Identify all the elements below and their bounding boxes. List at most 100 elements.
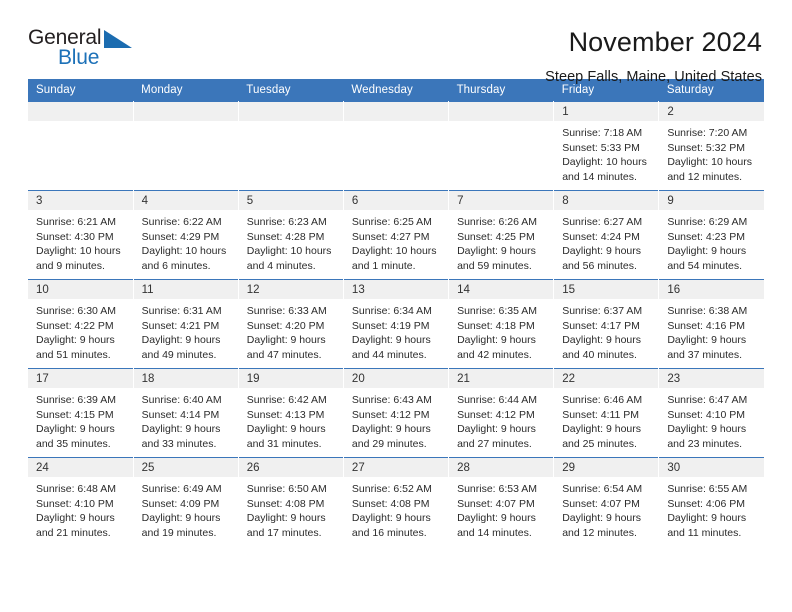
cell-inner [343, 102, 448, 191]
day-details: Sunrise: 6:30 AM Sunset: 4:22 PM Daylight:… [28, 299, 132, 362]
day-details: Sunrise: 6:40 AM Sunset: 4:14 PM Daylight:… [134, 388, 238, 451]
sunset-text: Sunset: 4:11 PM [562, 408, 640, 421]
calendar-day-cell[interactable]: 13 Sunrise: 6:34 AM Sunset: 4:19 PM Dayligh… [343, 279, 450, 369]
sunrise-text: Sunrise: 6:39 AM [36, 394, 116, 406]
sunrise-text: Sunrise: 6:29 AM [667, 216, 748, 228]
calendar-week-row: 10 Sunrise: 6:30 AM Sunset: 4:22 PM Dayligh… [28, 279, 764, 369]
calendar-day-cell[interactable]: 8 Sunrise: 6:27 AM Sunset: 4:24 PM Daylight… [553, 190, 660, 280]
triangle-icon [104, 30, 132, 48]
day-details: Sunrise: 6:50 AM Sunset: 4:08 PM Daylight:… [239, 477, 343, 540]
daylight-text: Daylight: 9 hours [457, 334, 536, 347]
day-details: Sunrise: 6:38 AM Sunset: 4:16 PM Daylight:… [659, 299, 764, 362]
day-number: 23 [659, 369, 764, 388]
cell-inner [28, 102, 133, 191]
calendar-day-cell[interactable]: 20 Sunrise: 6:43 AM Sunset: 4:12 PM Dayligh… [343, 368, 450, 458]
daylight-text: Daylight: 9 hours [457, 423, 536, 436]
daylight-text: and 9 minutes. [36, 259, 105, 272]
sunrise-text: Sunrise: 6:33 AM [246, 305, 327, 317]
sunset-text: Sunset: 4:24 PM [562, 230, 640, 243]
sunrise-text: Sunrise: 6:47 AM [667, 394, 748, 406]
calendar-day-cell[interactable]: 4 Sunrise: 6:22 AM Sunset: 4:29 PM Daylight… [133, 190, 239, 280]
daylight-text: and 59 minutes. [457, 259, 532, 272]
cell-inner: 23 Sunrise: 6:47 AM Sunset: 4:10 PM Dayligh… [659, 369, 764, 458]
calendar-day-cell[interactable]: 19 Sunrise: 6:42 AM Sunset: 4:13 PM Dayligh… [238, 368, 344, 458]
cell-inner: 17 Sunrise: 6:39 AM Sunset: 4:15 PM Dayligh… [28, 369, 133, 458]
daylight-text: and 27 minutes. [457, 437, 532, 450]
calendar-page: General Blue November 2024 Steep Falls, … [0, 0, 792, 612]
day-number [133, 102, 238, 121]
day-number: 13 [343, 280, 448, 299]
calendar-day-cell[interactable]: 2 Sunrise: 7:20 AM Sunset: 5:32 PM Daylight… [658, 101, 764, 191]
calendar-day-cell[interactable]: 30 Sunrise: 6:55 AM Sunset: 4:06 PM Dayligh… [658, 457, 764, 547]
cell-inner: 11 Sunrise: 6:31 AM Sunset: 4:21 PM Dayligh… [133, 280, 238, 369]
calendar-day-cell[interactable]: 9 Sunrise: 6:29 AM Sunset: 4:23 PM Daylight… [658, 190, 764, 280]
day-details: Sunrise: 6:48 AM Sunset: 4:10 PM Daylight:… [28, 477, 132, 540]
sunrise-text: Sunrise: 6:38 AM [667, 305, 748, 317]
day-number: 9 [659, 191, 764, 210]
daylight-text: Daylight: 9 hours [667, 512, 747, 525]
cell-inner: 9 Sunrise: 6:29 AM Sunset: 4:23 PM Daylight… [659, 191, 764, 280]
calendar-day-cell[interactable]: 17 Sunrise: 6:39 AM Sunset: 4:15 PM Dayligh… [28, 368, 134, 458]
calendar-day-cell[interactable]: 16 Sunrise: 6:38 AM Sunset: 4:16 PM Dayligh… [658, 279, 764, 369]
calendar-day-cell[interactable]: 6 Sunrise: 6:25 AM Sunset: 4:27 PM Daylight… [343, 190, 450, 280]
daylight-text: Daylight: 9 hours [141, 334, 221, 347]
calendar-day-cell[interactable]: 7 Sunrise: 6:26 AM Sunset: 4:25 PM Daylight… [448, 190, 555, 280]
cell-inner: 28 Sunrise: 6:53 AM Sunset: 4:07 PM Dayligh… [449, 458, 553, 547]
calendar-day-cell[interactable]: 10 Sunrise: 6:30 AM Sunset: 4:22 PM Dayligh… [28, 279, 134, 369]
calendar-day-cell[interactable]: 1 Sunrise: 7:18 AM Sunset: 5:33 PM Daylight… [553, 101, 660, 191]
sunset-text: Sunset: 4:21 PM [141, 319, 220, 332]
calendar-day-cell[interactable]: 5 Sunrise: 6:23 AM Sunset: 4:28 PM Daylight… [238, 190, 344, 280]
calendar-day-cell[interactable]: 29 Sunrise: 6:54 AM Sunset: 4:07 PM Dayligh… [553, 457, 660, 547]
calendar-day-cell[interactable]: 18 Sunrise: 6:40 AM Sunset: 4:14 PM Dayligh… [133, 368, 239, 458]
calendar-day-cell[interactable]: 15 Sunrise: 6:37 AM Sunset: 4:17 PM Dayligh… [553, 279, 660, 369]
daylight-text: Daylight: 10 hours [246, 245, 332, 258]
logo-text-blue: Blue [58, 46, 100, 69]
calendar-day-cell[interactable]: 27 Sunrise: 6:52 AM Sunset: 4:08 PM Dayligh… [343, 457, 450, 547]
daylight-text: Daylight: 9 hours [457, 245, 536, 258]
page-header: General Blue November 2024 Steep Falls, … [28, 0, 764, 85]
day-number [343, 102, 448, 121]
calendar-day-cell[interactable]: 26 Sunrise: 6:50 AM Sunset: 4:08 PM Dayligh… [238, 457, 344, 547]
calendar-cell-empty [238, 101, 344, 191]
calendar-day-cell[interactable]: 14 Sunrise: 6:35 AM Sunset: 4:18 PM Dayligh… [448, 279, 555, 369]
cell-inner: 3 Sunrise: 6:21 AM Sunset: 4:30 PM Daylight… [28, 191, 133, 280]
title-block: November 2024 Steep Falls, Maine, United… [545, 26, 764, 87]
day-number [238, 102, 343, 121]
weekday-header-wednesday: Wednesday [343, 79, 449, 102]
daylight-text: and 23 minutes. [667, 437, 743, 450]
calendar-week-row: 3 Sunrise: 6:21 AM Sunset: 4:30 PM Daylight… [28, 190, 764, 280]
daylight-text: and 51 minutes. [36, 348, 111, 361]
day-details: Sunrise: 6:47 AM Sunset: 4:10 PM Daylight:… [659, 388, 764, 451]
day-number: 21 [449, 369, 553, 388]
cell-inner: 12 Sunrise: 6:33 AM Sunset: 4:20 PM Dayligh… [238, 280, 343, 369]
sunrise-text: Sunrise: 6:35 AM [457, 305, 538, 317]
day-details: Sunrise: 6:35 AM Sunset: 4:18 PM Daylight:… [449, 299, 553, 362]
calendar-day-cell[interactable]: 23 Sunrise: 6:47 AM Sunset: 4:10 PM Dayligh… [658, 368, 764, 458]
calendar-day-cell[interactable]: 25 Sunrise: 6:49 AM Sunset: 4:09 PM Dayligh… [133, 457, 239, 547]
day-number: 1 [554, 102, 658, 121]
sunset-text: Sunset: 5:32 PM [667, 141, 745, 154]
cell-inner: 8 Sunrise: 6:27 AM Sunset: 4:24 PM Daylight… [554, 191, 658, 280]
calendar-day-cell[interactable]: 3 Sunrise: 6:21 AM Sunset: 4:30 PM Daylight… [28, 190, 134, 280]
day-number: 17 [28, 369, 133, 388]
daylight-text: Daylight: 9 hours [351, 334, 431, 347]
calendar-day-cell[interactable]: 24 Sunrise: 6:48 AM Sunset: 4:10 PM Dayligh… [28, 457, 134, 547]
sunrise-text: Sunrise: 6:46 AM [562, 394, 643, 406]
calendar-day-cell[interactable]: 28 Sunrise: 6:53 AM Sunset: 4:07 PM Dayligh… [448, 457, 555, 547]
day-number: 11 [133, 280, 238, 299]
cell-inner: 16 Sunrise: 6:38 AM Sunset: 4:16 PM Dayligh… [659, 280, 764, 369]
cell-inner: 7 Sunrise: 6:26 AM Sunset: 4:25 PM Daylight… [449, 191, 553, 280]
calendar-day-cell[interactable]: 12 Sunrise: 6:33 AM Sunset: 4:20 PM Dayligh… [238, 279, 344, 369]
daylight-text: and 4 minutes. [246, 259, 316, 272]
weekday-header-thursday: Thursday [448, 79, 554, 102]
calendar-day-cell[interactable]: 22 Sunrise: 6:46 AM Sunset: 4:11 PM Dayligh… [553, 368, 660, 458]
sunset-text: Sunset: 4:15 PM [36, 408, 114, 421]
calendar-day-cell[interactable]: 21 Sunrise: 6:44 AM Sunset: 4:12 PM Dayligh… [448, 368, 555, 458]
cell-inner: 19 Sunrise: 6:42 AM Sunset: 4:13 PM Dayligh… [238, 369, 343, 458]
daylight-text: and 1 minute. [351, 259, 416, 272]
daylight-text: Daylight: 9 hours [246, 512, 326, 525]
sunrise-text: Sunrise: 7:20 AM [667, 127, 748, 139]
calendar-day-cell[interactable]: 11 Sunrise: 6:31 AM Sunset: 4:21 PM Dayligh… [133, 279, 239, 369]
sunrise-text: Sunrise: 6:37 AM [562, 305, 643, 317]
sunset-text: Sunset: 4:09 PM [141, 497, 220, 510]
